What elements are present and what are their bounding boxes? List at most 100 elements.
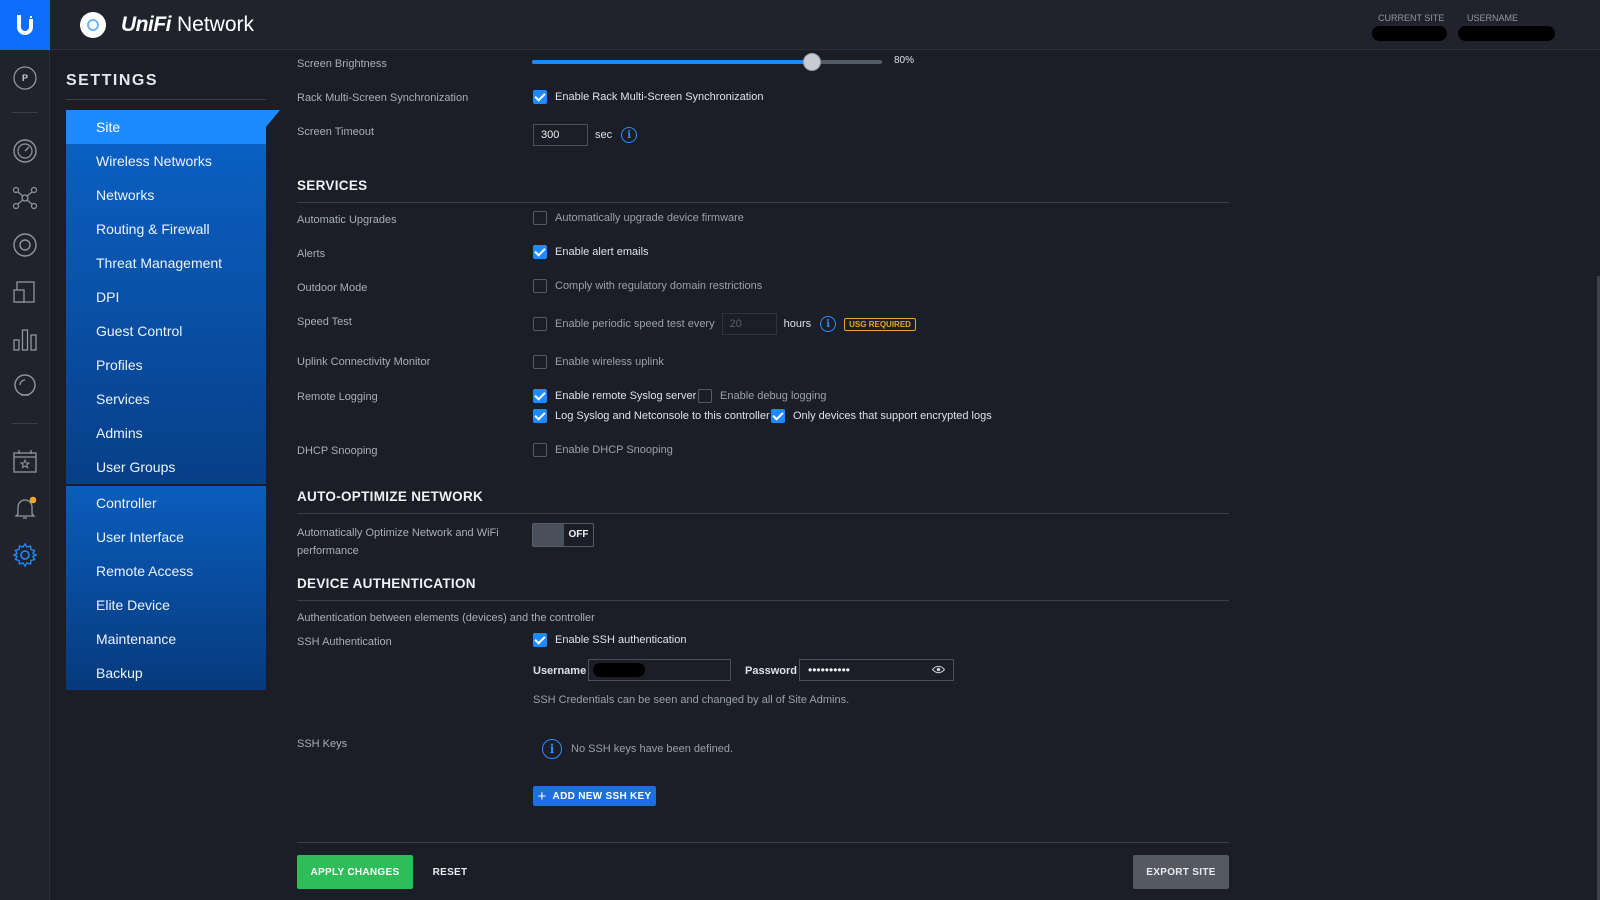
speed-test-option-text: Enable periodic speed test every bbox=[555, 318, 715, 330]
toggle-knob bbox=[533, 524, 564, 546]
app-brand-name: UniFi bbox=[121, 13, 172, 36]
menu-item-backup[interactable]: Backup bbox=[66, 656, 266, 690]
alert-emails-checkbox[interactable] bbox=[533, 245, 547, 259]
menu-item-wireless-networks[interactable]: Wireless Networks bbox=[66, 144, 266, 178]
apply-changes-button[interactable]: APPLY CHANGES bbox=[297, 855, 413, 889]
menu-item-user-interface[interactable]: User Interface bbox=[66, 520, 266, 554]
ssh-password-label: Password bbox=[745, 665, 797, 677]
brightness-slider-handle[interactable] bbox=[803, 53, 821, 71]
menu-item-maintenance[interactable]: Maintenance bbox=[66, 622, 266, 656]
speed-test-hours-input[interactable]: 20 bbox=[721, 313, 777, 335]
menu-item-profiles[interactable]: Profiles bbox=[66, 348, 266, 382]
ssh-username-input[interactable] bbox=[588, 659, 731, 681]
outdoor-mode-checkbox[interactable] bbox=[533, 279, 547, 293]
speed-test-control: Enable periodic speed test every 20 hour… bbox=[533, 313, 916, 335]
screen-brightness-slider[interactable] bbox=[532, 53, 882, 71]
ubiquiti-logo-icon[interactable] bbox=[0, 0, 50, 50]
menu-item-threat-management[interactable]: Threat Management bbox=[66, 246, 266, 280]
rack-sync-checkbox[interactable] bbox=[533, 90, 547, 104]
ssh-auth-checkbox[interactable] bbox=[533, 633, 547, 647]
plus-icon: + bbox=[537, 787, 547, 805]
screen-timeout-input[interactable]: 300 bbox=[533, 124, 588, 146]
automatic-upgrades-label: Automatic Upgrades bbox=[297, 214, 397, 226]
no-ssh-keys-text: No SSH keys have been defined. bbox=[571, 743, 734, 755]
remote-logging-label: Remote Logging bbox=[297, 391, 378, 403]
outdoor-mode-option[interactable]: Comply with regulatory domain restrictio… bbox=[533, 279, 762, 293]
settings-menu: Site Wireless Networks Networks Routing … bbox=[66, 110, 280, 690]
username-menu[interactable] bbox=[1458, 26, 1555, 41]
menu-item-elite-device[interactable]: Elite Device bbox=[66, 588, 266, 622]
info-icon[interactable]: i bbox=[621, 127, 638, 143]
screen-brightness-label: Screen Brightness bbox=[297, 58, 387, 70]
debug-logging-option-text: Enable debug logging bbox=[720, 390, 827, 402]
ssh-auth-option[interactable]: Enable SSH authentication bbox=[533, 633, 686, 647]
events-icon[interactable] bbox=[12, 448, 38, 474]
menu-item-controller[interactable]: Controller bbox=[66, 486, 266, 520]
topology-icon[interactable] bbox=[12, 185, 38, 211]
remote-syslog-option[interactable]: Enable remote Syslog server bbox=[533, 389, 696, 403]
menu-item-networks[interactable]: Networks bbox=[66, 178, 266, 212]
menu-item-admins[interactable]: Admins bbox=[66, 416, 266, 450]
toggle-state-text: OFF bbox=[568, 529, 589, 540]
menu-item-guest-control[interactable]: Guest Control bbox=[66, 314, 266, 348]
settings-icon[interactable] bbox=[12, 542, 38, 568]
statistics-icon[interactable] bbox=[12, 326, 38, 352]
wireless-uplink-checkbox[interactable] bbox=[533, 355, 547, 369]
eye-icon[interactable] bbox=[931, 663, 946, 677]
insights-icon[interactable] bbox=[12, 373, 38, 399]
footer-divider bbox=[297, 842, 1229, 843]
outdoor-mode-label: Outdoor Mode bbox=[297, 282, 368, 294]
debug-logging-checkbox[interactable] bbox=[698, 389, 712, 403]
reset-button[interactable]: RESET bbox=[428, 855, 472, 889]
menu-item-user-groups[interactable]: User Groups bbox=[66, 450, 266, 484]
encrypted-logs-option[interactable]: Only devices that support encrypted logs bbox=[771, 409, 992, 423]
ssh-credentials-note: SSH Credentials can be seen and changed … bbox=[533, 694, 850, 706]
encrypted-logs-checkbox[interactable] bbox=[771, 409, 785, 423]
menu-item-dpi[interactable]: DPI bbox=[66, 280, 266, 314]
alert-emails-option[interactable]: Enable alert emails bbox=[533, 245, 649, 259]
dhcp-snooping-option[interactable]: Enable DHCP Snooping bbox=[533, 443, 673, 457]
controller-settings-group: Controller User Interface Remote Access … bbox=[66, 486, 266, 690]
export-site-button[interactable]: EXPORT SITE bbox=[1133, 855, 1229, 889]
screen-timeout-label: Screen Timeout bbox=[297, 126, 375, 138]
info-circle-icon: i bbox=[542, 739, 562, 759]
debug-logging-option[interactable]: Enable debug logging bbox=[698, 389, 826, 403]
remote-syslog-checkbox[interactable] bbox=[533, 389, 547, 403]
info-icon[interactable]: i bbox=[820, 316, 837, 332]
dhcp-snooping-checkbox[interactable] bbox=[533, 443, 547, 457]
devices-icon[interactable] bbox=[12, 232, 38, 258]
alert-emails-option-text: Enable alert emails bbox=[555, 246, 649, 258]
netconsole-logging-option[interactable]: Log Syslog and Netconsole to this contro… bbox=[533, 409, 770, 423]
services-section-title: SERVICES bbox=[297, 178, 368, 193]
username-label: USERNAME bbox=[1467, 13, 1519, 23]
clients-icon[interactable] bbox=[12, 279, 38, 305]
auto-upgrade-checkbox[interactable] bbox=[533, 211, 547, 225]
auto-upgrade-option-text: Automatically upgrade device firmware bbox=[555, 212, 744, 224]
wireless-uplink-option[interactable]: Enable wireless uplink bbox=[533, 355, 664, 369]
netconsole-logging-checkbox[interactable] bbox=[533, 409, 547, 423]
menu-item-services[interactable]: Services bbox=[66, 382, 266, 416]
auto-optimize-divider bbox=[297, 513, 1229, 514]
speed-test-checkbox[interactable] bbox=[533, 317, 547, 331]
usg-required-badge: USG REQUIRED bbox=[844, 317, 916, 331]
menu-item-remote-access[interactable]: Remote Access bbox=[66, 554, 266, 588]
profile-badge-icon[interactable]: P bbox=[12, 65, 38, 91]
netconsole-logging-option-text: Log Syslog and Netconsole to this contro… bbox=[555, 410, 770, 422]
add-ssh-key-button[interactable]: + ADD NEW SSH KEY bbox=[533, 786, 656, 806]
dashboard-icon[interactable] bbox=[12, 138, 38, 164]
menu-item-site[interactable]: Site bbox=[66, 110, 280, 144]
rack-sync-option[interactable]: Enable Rack Multi-Screen Synchronization bbox=[533, 90, 764, 104]
app-title: UniFi Network bbox=[121, 13, 254, 37]
settings-title: SETTINGS bbox=[66, 72, 159, 89]
auto-optimize-toggle[interactable]: OFF bbox=[532, 523, 594, 547]
wireless-uplink-option-text: Enable wireless uplink bbox=[555, 356, 664, 368]
alerts-icon[interactable] bbox=[12, 495, 38, 521]
ssh-password-input[interactable]: •••••••••• bbox=[799, 659, 954, 681]
auto-upgrade-option[interactable]: Automatically upgrade device firmware bbox=[533, 211, 744, 225]
encrypted-logs-option-text: Only devices that support encrypted logs bbox=[793, 410, 992, 422]
ssh-authentication-label: SSH Authentication bbox=[297, 636, 392, 648]
ssh-auth-option-text: Enable SSH authentication bbox=[555, 634, 687, 646]
current-site-selector[interactable] bbox=[1372, 26, 1447, 41]
dhcp-snooping-label: DHCP Snooping bbox=[297, 445, 378, 457]
menu-item-routing-firewall[interactable]: Routing & Firewall bbox=[66, 212, 266, 246]
